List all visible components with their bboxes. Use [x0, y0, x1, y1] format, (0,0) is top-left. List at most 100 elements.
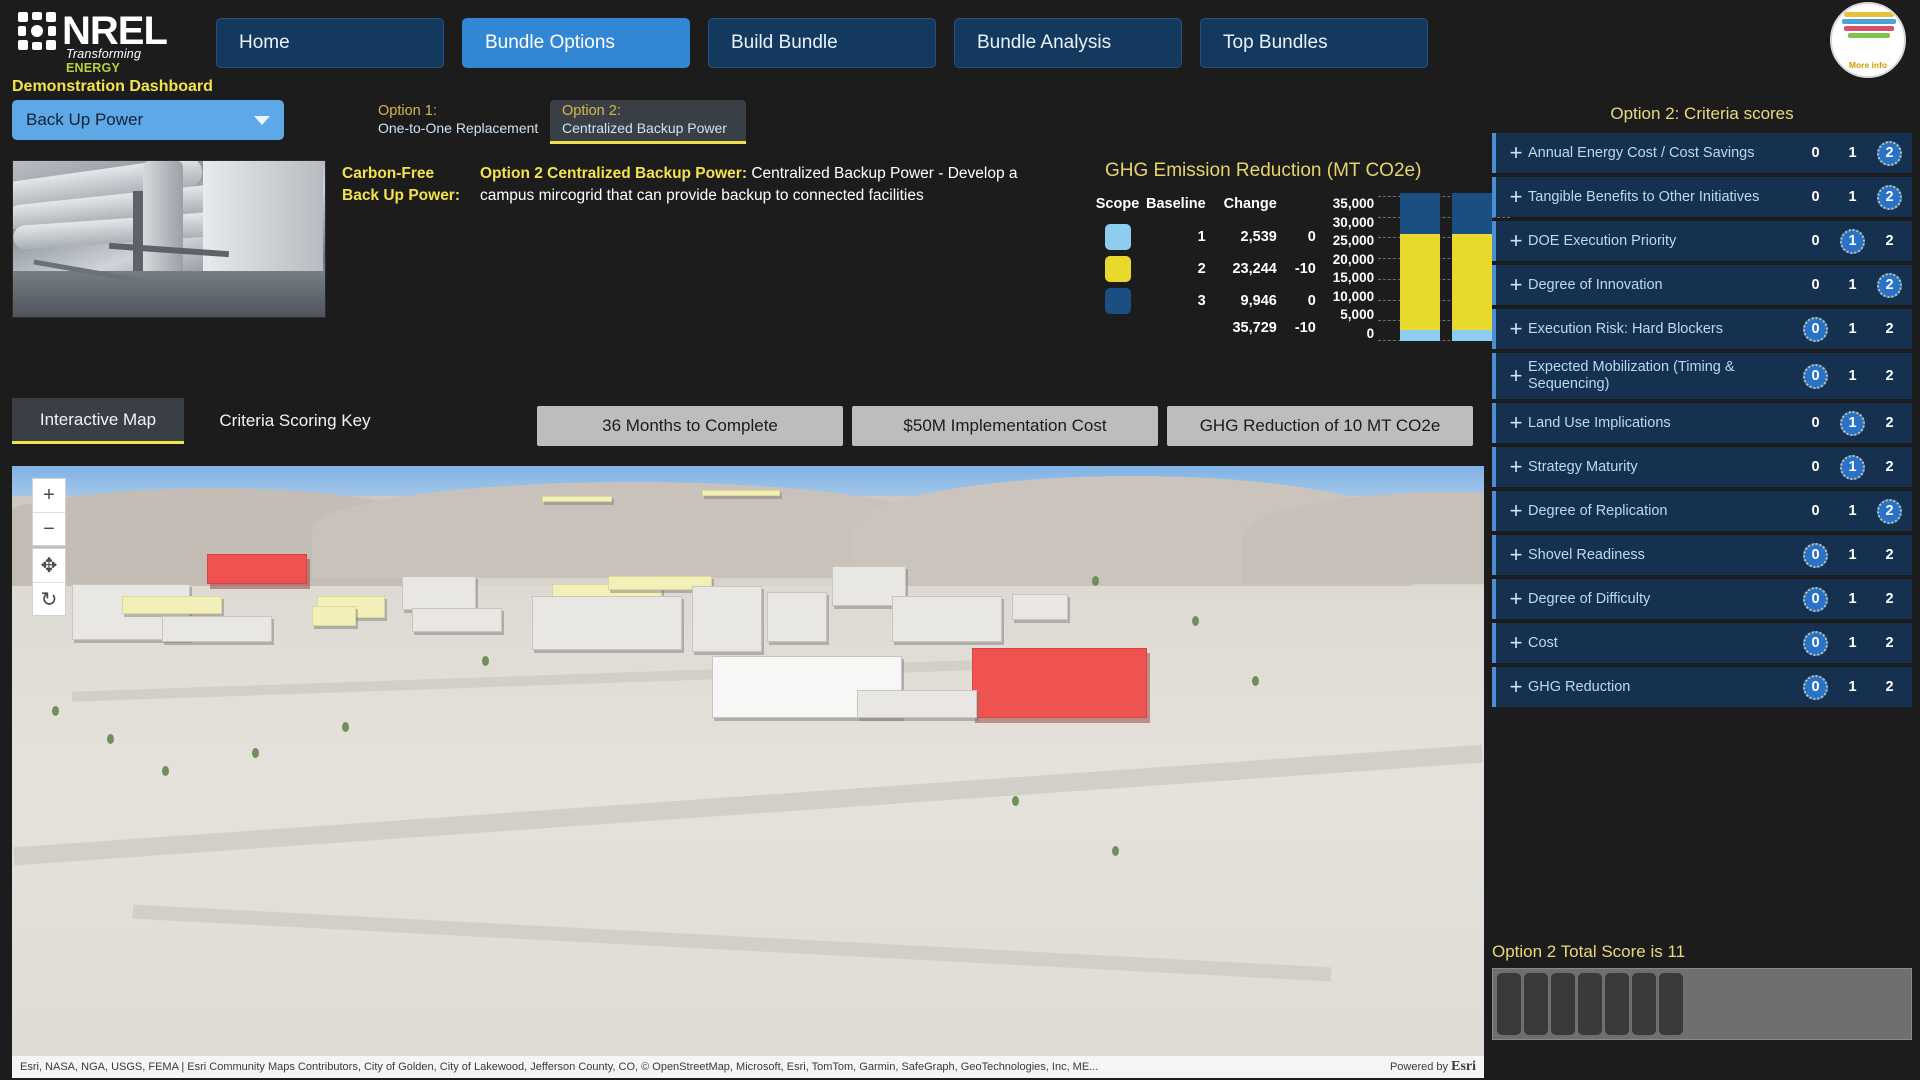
score-option-2[interactable]: 2 — [1877, 229, 1902, 254]
ghg-emission-panel: GHG Emission Reduction (MT CO2e) Scope B… — [1096, 160, 1511, 390]
expand-plus-icon[interactable]: + — [1504, 630, 1528, 656]
expand-plus-icon[interactable]: + — [1504, 363, 1528, 389]
expand-plus-icon[interactable]: + — [1504, 410, 1528, 436]
tagline-transforming: Transforming — [66, 46, 142, 61]
bar-option2 — [1452, 193, 1493, 341]
pan-icon[interactable]: ✥ — [33, 549, 65, 582]
score-option-0[interactable]: 0 — [1803, 363, 1828, 389]
criteria-row[interactable]: + GHG Reduction 0 1 2 — [1492, 667, 1912, 707]
score-option-0[interactable]: 0 — [1803, 674, 1828, 700]
score-option-2[interactable]: 2 — [1877, 272, 1902, 298]
criteria-row[interactable]: + Strategy Maturity 0 1 2 — [1492, 447, 1912, 487]
expand-plus-icon[interactable]: + — [1504, 316, 1528, 342]
score-option-1[interactable]: 1 — [1840, 675, 1865, 700]
criteria-row[interactable]: + Land Use Implications 0 1 2 — [1492, 403, 1912, 443]
map-zoom-controls[interactable]: + − — [32, 478, 66, 546]
more-info-button[interactable]: More info — [1830, 2, 1906, 78]
score-option-2[interactable]: 2 — [1877, 411, 1902, 436]
criteria-row[interactable]: + Expected Mobilization (Timing & Sequenc… — [1492, 353, 1912, 399]
score-option-0[interactable]: 0 — [1803, 499, 1828, 524]
score-option-2[interactable]: 2 — [1877, 498, 1902, 524]
map-navigation-controls[interactable]: ✥ ↻ — [32, 548, 66, 616]
score-option-1[interactable]: 1 — [1840, 587, 1865, 612]
category-dropdown[interactable]: Back Up Power — [12, 100, 284, 140]
tab-criteria-scoring-key[interactable]: Criteria Scoring Key — [190, 398, 400, 444]
score-option-0[interactable]: 0 — [1803, 316, 1828, 342]
score-option-2[interactable]: 2 — [1877, 587, 1902, 612]
score-option-2[interactable]: 2 — [1877, 317, 1902, 342]
option-tab-title: Option 1: — [378, 103, 437, 119]
score-option-1[interactable]: 1 — [1840, 141, 1865, 166]
criteria-row[interactable]: + DOE Execution Priority 0 1 2 — [1492, 221, 1912, 261]
ghg-total-change: -10 — [1294, 320, 1316, 336]
criteria-label: Degree of Difficulty — [1528, 590, 1651, 607]
nav-item-home[interactable]: Home — [216, 18, 444, 68]
criteria-row[interactable]: + Shovel Readiness 0 1 2 — [1492, 535, 1912, 575]
score-option-2[interactable]: 2 — [1877, 140, 1902, 166]
criteria-row[interactable]: + Annual Energy Cost / Cost Savings 0 1 2 — [1492, 133, 1912, 173]
expand-plus-icon[interactable]: + — [1504, 498, 1528, 524]
score-option-0[interactable]: 0 — [1803, 229, 1828, 254]
score-option-1[interactable]: 1 — [1840, 499, 1865, 524]
score-option-0[interactable]: 0 — [1803, 273, 1828, 298]
nav-label: Bundle Analysis — [977, 32, 1112, 53]
score-option-1[interactable]: 1 — [1840, 364, 1865, 389]
zoom-in-icon[interactable]: + — [33, 479, 65, 512]
expand-plus-icon[interactable]: + — [1504, 184, 1528, 210]
nav-item-bundle-options[interactable]: Bundle Options — [462, 18, 690, 68]
pill-implementation-cost[interactable]: $50M Implementation Cost — [852, 406, 1158, 446]
score-option-1[interactable]: 1 — [1840, 631, 1865, 656]
scope-3-swatch — [1105, 288, 1131, 314]
score-option-0[interactable]: 0 — [1803, 141, 1828, 166]
criteria-row[interactable]: + Degree of Innovation 0 1 2 — [1492, 265, 1912, 305]
criteria-label: Shovel Readiness — [1528, 546, 1645, 563]
zoom-out-icon[interactable]: − — [33, 512, 65, 545]
nav-item-build-bundle[interactable]: Build Bundle — [708, 18, 936, 68]
score-option-0[interactable]: 0 — [1803, 542, 1828, 568]
expand-plus-icon[interactable]: + — [1504, 542, 1528, 568]
criteria-row[interactable]: + Tangible Benefits to Other Initiatives 0… — [1492, 177, 1912, 217]
score-option-2[interactable]: 2 — [1877, 184, 1902, 210]
criteria-score-options: 012 — [1803, 272, 1902, 298]
criteria-row[interactable]: + Execution Risk: Hard Blockers 0 1 2 — [1492, 309, 1912, 349]
score-option-2[interactable]: 2 — [1877, 631, 1902, 656]
score-option-1[interactable]: 1 — [1840, 410, 1865, 436]
expand-plus-icon[interactable]: + — [1504, 674, 1528, 700]
score-option-0[interactable]: 0 — [1803, 185, 1828, 210]
expand-plus-icon[interactable]: + — [1504, 454, 1528, 480]
score-option-1[interactable]: 1 — [1840, 273, 1865, 298]
score-option-2[interactable]: 2 — [1877, 543, 1902, 568]
score-option-1[interactable]: 1 — [1840, 185, 1865, 210]
score-option-2[interactable]: 2 — [1877, 455, 1902, 480]
criteria-row[interactable]: + Cost 0 1 2 — [1492, 623, 1912, 663]
option-tab-2[interactable]: Option 2: Centralized Backup Power — [550, 100, 746, 144]
criteria-scores-panel: Option 2: Criteria scores + Annual Energy… — [1492, 104, 1912, 1080]
option-tab-1[interactable]: Option 1: One-to-One Replacement — [366, 100, 550, 144]
pill-months-to-complete[interactable]: 36 Months to Complete — [537, 406, 843, 446]
score-option-1[interactable]: 1 — [1840, 454, 1865, 480]
score-option-1[interactable]: 1 — [1840, 228, 1865, 254]
criteria-row[interactable]: + Degree of Replication 0 1 2 — [1492, 491, 1912, 531]
score-option-1[interactable]: 1 — [1840, 543, 1865, 568]
nav-item-bundle-analysis[interactable]: Bundle Analysis — [954, 18, 1182, 68]
expand-plus-icon[interactable]: + — [1504, 228, 1528, 254]
expand-plus-icon[interactable]: + — [1504, 272, 1528, 298]
interactive-map[interactable]: + − ✥ ↻ Esri, NASA, NGA, USGS, FEMA | Es… — [12, 466, 1484, 1078]
score-option-0[interactable]: 0 — [1803, 586, 1828, 612]
score-option-0[interactable]: 0 — [1803, 630, 1828, 656]
pill-ghg-reduction[interactable]: GHG Reduction of 10 MT CO2e — [1167, 406, 1473, 446]
expand-plus-icon[interactable]: + — [1504, 140, 1528, 166]
nav-item-top-bundles[interactable]: Top Bundles — [1200, 18, 1428, 68]
tab-interactive-map[interactable]: Interactive Map — [12, 398, 184, 444]
option-tab-subtitle: One-to-One Replacement — [378, 120, 539, 136]
score-option-2[interactable]: 2 — [1877, 675, 1902, 700]
rotate-icon[interactable]: ↻ — [33, 582, 65, 615]
score-option-2[interactable]: 2 — [1877, 364, 1902, 389]
expand-plus-icon[interactable]: + — [1504, 586, 1528, 612]
criteria-score-options: 012 — [1803, 228, 1902, 254]
score-option-0[interactable]: 0 — [1803, 411, 1828, 436]
score-option-0[interactable]: 0 — [1803, 455, 1828, 480]
criteria-row[interactable]: + Degree of Difficulty 0 1 2 — [1492, 579, 1912, 619]
score-option-1[interactable]: 1 — [1840, 317, 1865, 342]
map-building-highlight — [972, 648, 1147, 718]
